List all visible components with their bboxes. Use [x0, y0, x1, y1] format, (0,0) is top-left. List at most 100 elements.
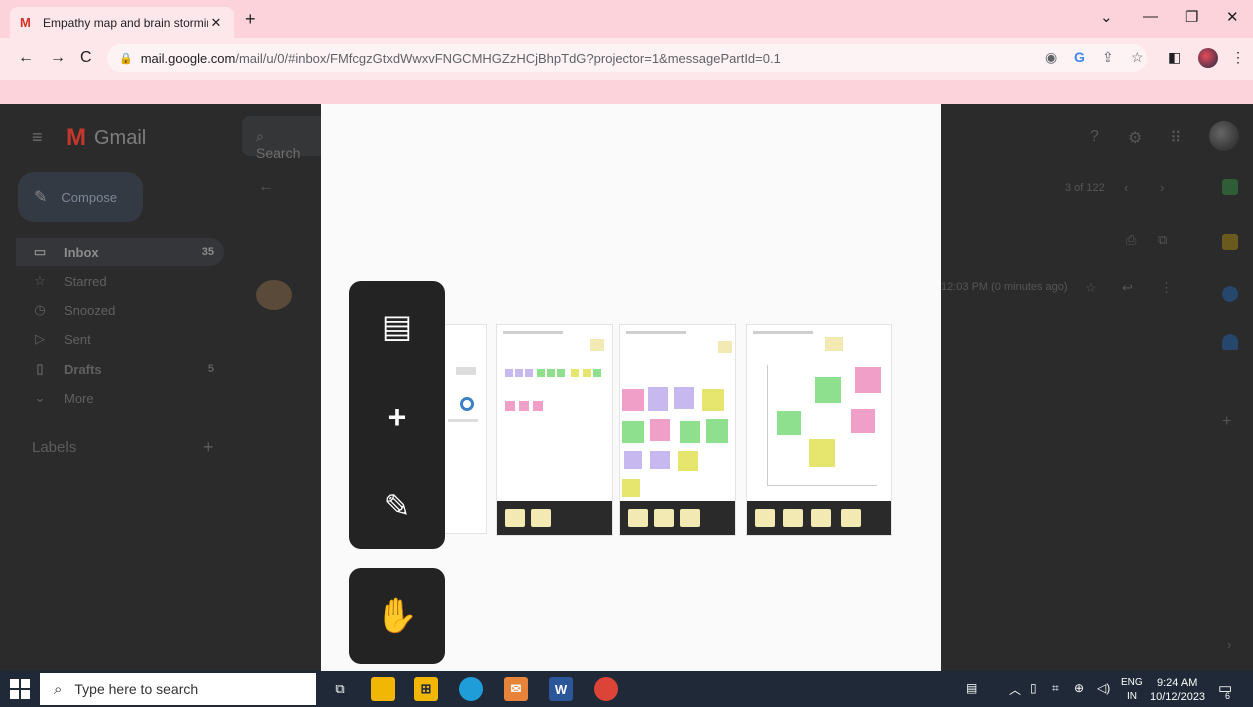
nav-starred[interactable]: ☆ Starred [16, 267, 224, 295]
taskbar-search-input[interactable]: ⌕ Type here to search [40, 673, 316, 705]
forward-icon[interactable]: → [50, 49, 66, 67]
contacts-icon[interactable] [1222, 334, 1238, 350]
calendar-icon[interactable] [1222, 179, 1238, 195]
google-icon[interactable]: G [1074, 49, 1085, 65]
gmail-m-icon: M [66, 124, 86, 151]
settings-icon[interactable]: ⚙ [1128, 128, 1142, 148]
profile-avatar[interactable] [1198, 48, 1218, 68]
task-view-icon[interactable]: ⧉ [328, 677, 352, 701]
eye-icon[interactable]: ◉ [1045, 49, 1057, 66]
whiteboard-page-3 [619, 324, 736, 536]
url-host: mail.google.com [140, 50, 236, 66]
nav-label: Starred [64, 273, 107, 289]
inbox-icon: ▭ [33, 244, 47, 259]
expand-panel-icon[interactable]: › [1227, 637, 1231, 652]
nav-drafts[interactable]: ▯ Drafts 5 [16, 355, 224, 383]
pagination-text: 3 of 122 [1065, 182, 1105, 194]
battery-icon[interactable]: ▯ [1030, 681, 1037, 695]
plus-icon: + [387, 398, 407, 435]
add-label-icon[interactable]: + [203, 437, 214, 458]
new-tab-button[interactable]: + [245, 9, 256, 30]
open-new-window-icon[interactable]: ⧉ [1158, 232, 1167, 248]
tab-close-button[interactable]: ✕ [208, 15, 224, 31]
labels-heading: Labels [32, 439, 77, 456]
mail-icon[interactable]: ✉ [504, 677, 528, 701]
word-icon[interactable]: W [549, 677, 573, 701]
language-code[interactable]: ENG [1121, 677, 1143, 688]
tab-search-icon[interactable]: ⌄ [1100, 8, 1113, 26]
nav-sent[interactable]: ▷ Sent [16, 325, 224, 353]
share-icon[interactable]: ⇪ [1102, 49, 1114, 66]
gmail-logo[interactable]: M Gmail [66, 124, 146, 152]
windows-taskbar: ⌕ Type here to search ⧉ ⊞ ✉ W ▤ ︿ ▯ ⌗ ⊕ … [0, 671, 1253, 707]
browser-tab[interactable]: M Empathy map and brain stormin ✕ [10, 7, 234, 38]
newer-icon[interactable]: › [1160, 180, 1164, 195]
microsoft-store-icon[interactable]: ⊞ [414, 677, 438, 701]
windows-start-icon[interactable] [10, 679, 30, 699]
clock-icon: ◷ [34, 302, 46, 317]
nav-inbox[interactable]: ▭ Inbox 35 [16, 238, 224, 266]
main-menu-icon[interactable]: ≡ [32, 127, 43, 148]
gmail-favicon-icon: M [20, 15, 31, 30]
hand-tool-button[interactable]: ✋ [349, 568, 445, 664]
search-placeholder: Search [256, 145, 301, 161]
keep-icon[interactable] [1222, 234, 1238, 250]
account-avatar[interactable] [1209, 121, 1239, 151]
clock-date[interactable]: 10/12/2023 [1150, 691, 1205, 703]
restore-button[interactable]: ❐ [1185, 8, 1198, 26]
network-icon[interactable]: ⌗ [1052, 681, 1059, 696]
nav-count: 35 [201, 246, 214, 258]
edge-icon[interactable] [459, 677, 483, 701]
volume-icon[interactable]: ◁) [1097, 681, 1110, 695]
file-explorer-icon[interactable] [371, 677, 395, 701]
star-email-icon[interactable]: ☆ [1085, 280, 1097, 296]
gmail-app-name: Gmail [94, 126, 147, 149]
add-tool-button[interactable]: + [349, 382, 445, 452]
clock-time[interactable]: 9:24 AM [1157, 677, 1197, 689]
whiteboard-page-2 [496, 324, 613, 536]
older-icon[interactable]: ‹ [1124, 180, 1128, 195]
draft-icon: ▯ [36, 361, 44, 376]
bookmark-star-icon[interactable]: ☆ [1131, 49, 1144, 66]
apps-grid-icon[interactable]: ⠿ [1170, 128, 1182, 148]
back-icon[interactable]: ← [18, 49, 34, 67]
back-to-inbox-icon[interactable]: ← [258, 178, 274, 196]
nav-label: More [64, 390, 94, 406]
sidepanel-icon[interactable]: ◧ [1168, 49, 1181, 66]
language-region[interactable]: IN [1127, 691, 1137, 702]
menu-dots-icon[interactable]: ⋮ [1231, 49, 1245, 66]
language-globe-icon[interactable]: ⊕ [1074, 681, 1084, 695]
sticky-note-icon: ▤ [381, 308, 413, 344]
lock-icon: 🔒 [119, 52, 133, 65]
url-bar[interactable]: 🔒 mail.google.com/mail/u/0/#inbox/FMfcgz… [107, 44, 1147, 72]
more-vert-icon[interactable]: ⋮ [1160, 280, 1173, 296]
close-window-button[interactable]: ✕ [1226, 8, 1239, 26]
minimize-button[interactable]: — [1143, 8, 1158, 25]
news-widget-icon[interactable]: ▤ [966, 681, 977, 695]
pencil-icon: ✎ [34, 189, 48, 206]
print-icon[interactable]: ⎙ [1126, 232, 1136, 248]
compose-button[interactable]: ✎ Compose [18, 172, 143, 222]
whiteboard-page-1 [439, 324, 487, 534]
chrome-icon[interactable] [594, 677, 618, 701]
sticky-note-tool-button[interactable]: ▤ [349, 291, 445, 361]
show-hidden-icons[interactable]: ︿ [1009, 681, 1021, 698]
drawing-tool-panel: ▤ + ✎ [349, 281, 445, 549]
compose-label: Compose [61, 189, 118, 205]
tasks-icon[interactable] [1222, 286, 1238, 302]
nav-snoozed[interactable]: ◷ Snoozed [16, 296, 224, 324]
pen-tool-button[interactable]: ✎ [349, 471, 445, 541]
search-icon: ⌕ [54, 680, 63, 698]
nav-label: Sent [64, 331, 91, 347]
gmail-search-input[interactable]: ⌕ Search [242, 116, 322, 161]
help-icon[interactable]: ? [1090, 128, 1099, 146]
search-icon: ⌕ [256, 128, 264, 144]
url-path: /mail/u/0/#inbox/FMfcgzGtxdWwxvFNGCMHGZz… [235, 50, 781, 66]
nav-count: 5 [207, 363, 214, 375]
get-addons-icon[interactable]: + [1222, 413, 1231, 431]
nav-more[interactable]: ⌄ More [16, 384, 224, 412]
reload-icon[interactable]: C [80, 49, 92, 67]
reply-icon[interactable]: ↩ [1122, 280, 1133, 296]
taskbar-search-placeholder: Type here to search [74, 681, 199, 697]
hand-icon: ✋ [375, 597, 419, 635]
